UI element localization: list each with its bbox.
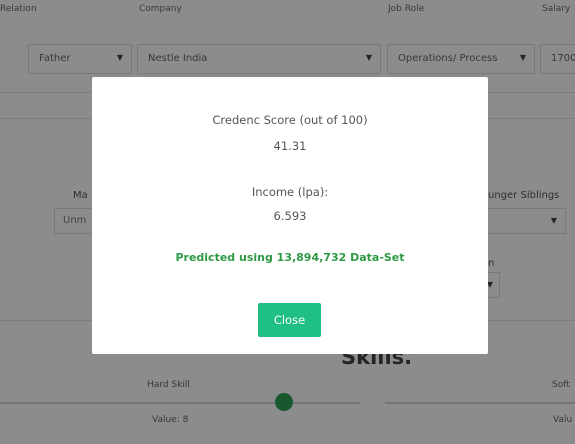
close-button[interactable]: Close [258,303,321,337]
credenc-score-value: 41.31 [273,139,307,153]
income-label: Income (lpa): [251,185,329,199]
credenc-score-label: Credenc Score (out of 100) [212,113,368,127]
income-value: 6.593 [273,209,307,223]
prediction-note: Predicted using 13,894,732 Data-Set [175,251,405,264]
prediction-modal: Credenc Score (out of 100) 41.31 Income … [92,77,488,354]
